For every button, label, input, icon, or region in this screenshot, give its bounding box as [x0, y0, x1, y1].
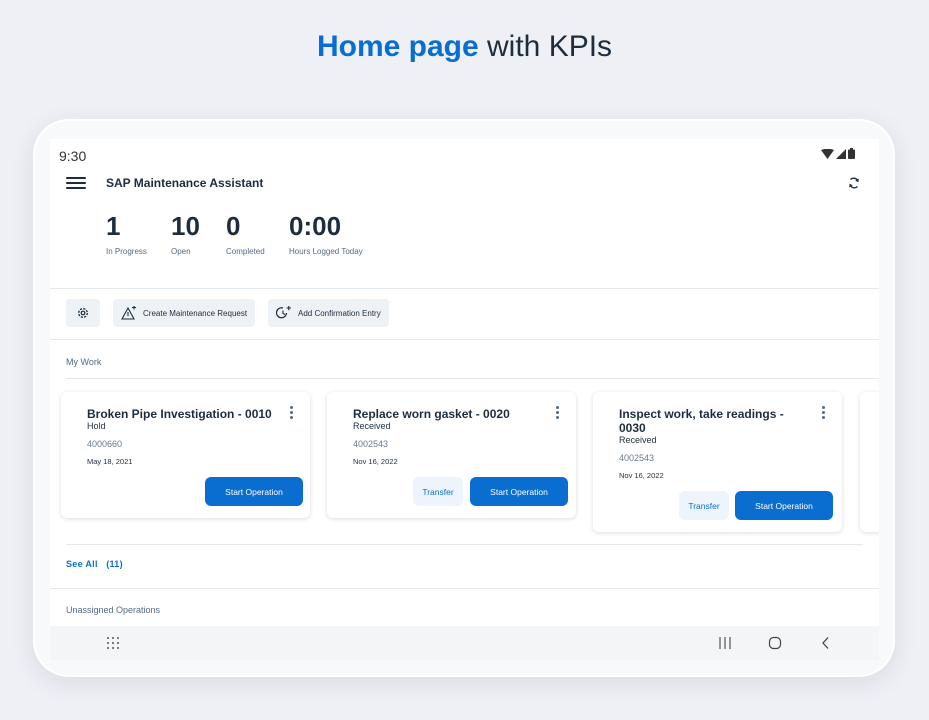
create-maintenance-request-button[interactable]: Create Maintenance Request [113, 299, 256, 327]
operation-status: Received [353, 421, 391, 431]
page-headline: Home page with KPIs [0, 30, 929, 64]
operation-card[interactable]: Replace worn gasket - 0020 Received 4002… [327, 392, 576, 518]
create-request-icon [121, 306, 136, 320]
sync-icon[interactable] [845, 174, 863, 192]
operation-card[interactable]: Inspect work, take readings - 0030 Recei… [593, 392, 842, 532]
order-number: 4002543 [353, 439, 389, 449]
app-bar: SAP Maintenance Assistant [50, 171, 879, 201]
divider [50, 288, 879, 289]
start-operation-button[interactable]: Start Operation [470, 477, 568, 506]
back-glyph [822, 637, 829, 649]
android-nav-bar [50, 626, 879, 660]
kpi-value: 0:00 [289, 211, 342, 241]
order-number: 4000660 [87, 439, 123, 449]
hamburger-icon[interactable] [66, 175, 86, 193]
start-operation-button[interactable]: Start Operation [205, 477, 303, 506]
kpi-label: Completed [226, 247, 265, 256]
back-icon[interactable] [815, 632, 837, 654]
see-all-label: See All [66, 559, 98, 569]
kpi-value: 0 [226, 211, 241, 241]
operation-date: Nov 16, 2022 [353, 457, 398, 466]
add-confirmation-label: Add Confirmation Entry [298, 308, 381, 318]
app-screen: 9:30 SAP Maintenance Assistant 1 In Prog… [50, 139, 879, 660]
kpi-value: 1 [106, 211, 121, 241]
operation-status: Received [619, 435, 657, 445]
see-all-link[interactable]: See All (11) [66, 559, 123, 569]
kpi-in-progress[interactable]: 1 In Progress [106, 211, 147, 256]
more-options-icon[interactable] [286, 406, 296, 422]
operation-date: Nov 16, 2022 [619, 471, 664, 480]
order-number: 4002543 [619, 453, 655, 463]
kpi-hours-logged[interactable]: 0:00 Hours Logged Today [289, 211, 363, 256]
kpi-label: In Progress [106, 247, 147, 256]
start-operation-button[interactable]: Start Operation [735, 491, 833, 520]
wifi-icon [821, 148, 834, 159]
app-grid-icon[interactable] [102, 632, 124, 654]
kpi-label: Hours Logged Today [289, 247, 363, 256]
unassigned-operations-label: Unassigned Operations [66, 605, 161, 615]
operation-title: Replace worn gasket - 0020 [353, 407, 510, 421]
add-confirmation-icon [276, 306, 291, 319]
see-all-count: (11) [106, 559, 123, 569]
transfer-button[interactable]: Transfer [679, 491, 729, 520]
recent-apps-icon[interactable] [714, 632, 736, 654]
app-grid-glyph [107, 637, 119, 649]
operation-status: Hold [87, 421, 106, 431]
status-bar: 9:30 [50, 139, 879, 171]
settings-button[interactable] [66, 299, 100, 327]
app-title: SAP Maintenance Assistant [106, 176, 264, 190]
operation-title: Broken Pipe Investigation - 0010 [87, 407, 272, 421]
home-glyph [768, 636, 782, 650]
status-icons [821, 148, 855, 159]
headline-accent: Home page [316, 30, 479, 63]
kpi-label: Open [171, 247, 191, 256]
headline-rest: with KPIs [478, 30, 613, 63]
transfer-button[interactable]: Transfer [413, 477, 463, 506]
divider [50, 339, 879, 340]
more-options-icon[interactable] [552, 406, 562, 422]
status-time: 9:30 [59, 148, 87, 164]
divider [66, 544, 863, 545]
operation-card-peek[interactable] [860, 392, 879, 532]
kpi-open[interactable]: 10 Open [171, 211, 200, 256]
battery-icon [848, 148, 855, 159]
settings-gear-icon [78, 308, 88, 318]
kpi-completed[interactable]: 0 Completed [226, 211, 265, 256]
operation-date: May 18, 2021 [87, 457, 133, 466]
operation-title: Inspect work, take readings - 0030 [619, 407, 784, 435]
divider [66, 378, 879, 379]
kpi-value: 10 [171, 211, 200, 241]
recent-apps-glyph [719, 637, 731, 649]
home-icon[interactable] [764, 632, 786, 654]
signal-icon [836, 148, 846, 159]
operation-card[interactable]: Broken Pipe Investigation - 0010 Hold 40… [61, 392, 310, 518]
add-confirmation-entry-button[interactable]: Add Confirmation Entry [268, 299, 389, 327]
more-options-icon[interactable] [818, 406, 828, 422]
divider [50, 588, 879, 589]
my-work-label: My Work [66, 357, 102, 367]
create-request-label: Create Maintenance Request [143, 308, 248, 318]
kpi-strip: 1 In Progress 10 Open 0 Completed 0:00 H… [50, 211, 879, 271]
